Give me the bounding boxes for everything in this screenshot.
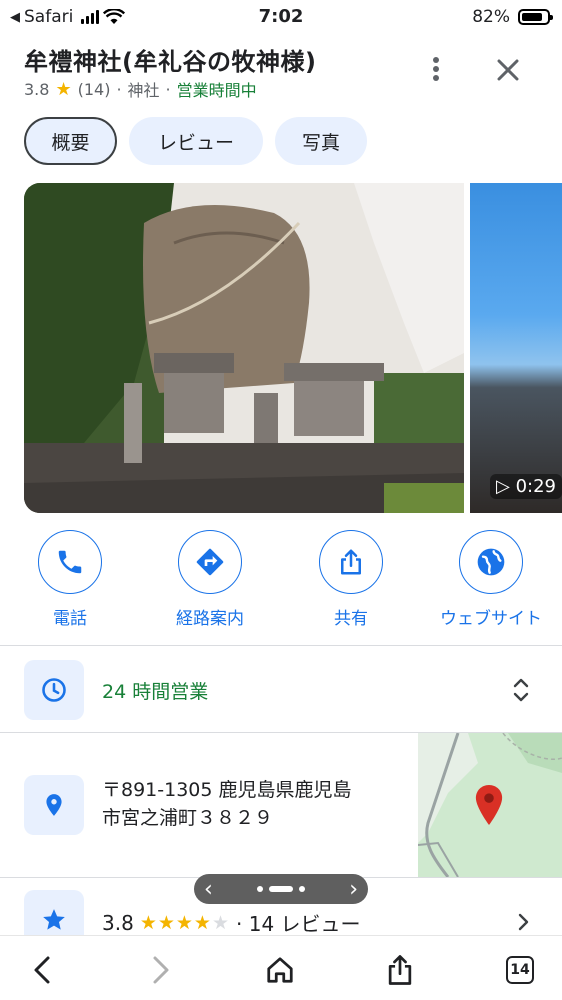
star-icon	[43, 909, 65, 930]
share-button[interactable]: 共有	[281, 530, 421, 629]
action-buttons: 電話 経路案内 共有 ウェブサイト	[0, 530, 562, 630]
rating-stars: ★★★★★	[140, 912, 230, 934]
website-button-circle[interactable]	[459, 530, 523, 594]
chevron-right-icon	[153, 956, 169, 984]
battery-percent: 82%	[472, 7, 510, 27]
address-line-2: 市宮之浦町３８２９	[102, 807, 274, 829]
location-pin-icon	[46, 794, 62, 816]
pager-dots	[257, 886, 305, 892]
battery-status: 82%	[472, 7, 553, 27]
call-button[interactable]: 電話	[0, 530, 140, 629]
share-page-button[interactable]	[378, 948, 422, 992]
forward-button[interactable]	[139, 948, 183, 992]
more-vert-dot	[433, 66, 439, 72]
tabs-count: 14	[506, 956, 534, 984]
open-reviews-button[interactable]	[514, 910, 532, 934]
map-pin-icon	[475, 785, 503, 825]
pager-next-button[interactable]: ›	[349, 877, 358, 902]
pager-dot	[257, 886, 263, 892]
close-button[interactable]	[490, 52, 526, 88]
share-label: 共有	[334, 609, 368, 629]
status-bar: ◀ Safari 7:02 82%	[0, 0, 562, 34]
divider	[0, 645, 562, 646]
tab-reviews[interactable]: レビュー	[129, 117, 263, 165]
rating-summary[interactable]: 3.8 ★★★★★ · 14 レビュー	[102, 908, 361, 937]
globe-icon	[477, 548, 505, 576]
call-label: 電話	[53, 609, 87, 629]
share-button-circle[interactable]	[319, 530, 383, 594]
video-thumbnail[interactable]: ▷ 0:29	[470, 183, 562, 513]
rating-value: 3.8	[102, 910, 134, 935]
place-category: 神社	[127, 81, 160, 100]
hours-text[interactable]: 24 時間営業	[102, 677, 208, 704]
more-vert-dot	[433, 75, 439, 81]
photo-carousel[interactable]: ▷ 0:29	[0, 183, 562, 513]
chevron-right-icon	[518, 913, 529, 931]
back-button[interactable]	[20, 948, 64, 992]
review-count-label: · 14 レビュー	[236, 912, 361, 936]
address-text[interactable]: 〒891-1305 鹿児島県鹿児島 市宮之浦町３８２９	[102, 776, 402, 832]
place-tabs: 概要 レビュー 写真	[24, 117, 367, 165]
more-options-button[interactable]	[424, 54, 448, 84]
open-status: 営業時間中	[176, 81, 257, 100]
call-button-circle[interactable]	[38, 530, 102, 594]
pager-dot-active	[269, 886, 293, 892]
chevron-left-icon	[34, 956, 50, 984]
map-thumbnail[interactable]	[418, 733, 562, 877]
star-icon: ★	[55, 78, 72, 100]
share-icon	[388, 955, 412, 985]
directions-label: 経路案内	[176, 609, 244, 629]
separator-dot: ·	[165, 79, 171, 99]
directions-button[interactable]: 経路案内	[140, 530, 280, 629]
shrine-photo[interactable]	[24, 183, 464, 513]
page-switcher[interactable]: ‹ ›	[194, 874, 368, 904]
expand-icon	[513, 678, 529, 702]
expand-hours-button[interactable]	[510, 676, 532, 704]
place-title: 牟禮神社(牟礼谷の牧神様)	[24, 48, 317, 76]
review-count[interactable]: (14)	[78, 80, 111, 99]
more-vert-icon	[433, 57, 439, 63]
share-icon	[341, 549, 361, 575]
browser-toolbar: 14	[0, 935, 562, 1000]
separator-dot: ·	[116, 79, 122, 99]
shrine-rock-image	[24, 183, 464, 513]
directions-button-circle[interactable]	[178, 530, 242, 594]
place-summary: 3.8 ★ (14) · 神社 · 営業時間中	[24, 77, 257, 101]
battery-icon	[518, 9, 553, 25]
phone-icon	[58, 550, 82, 574]
clock-icon	[42, 678, 66, 702]
website-button[interactable]: ウェブサイト	[421, 530, 561, 629]
address-icon-box	[24, 775, 84, 835]
pager-prev-button[interactable]: ‹	[204, 877, 213, 902]
directions-icon	[196, 548, 224, 576]
hours-icon-box	[24, 660, 84, 720]
website-label: ウェブサイト	[440, 609, 542, 629]
home-button[interactable]	[258, 948, 302, 992]
pager-dot	[299, 886, 305, 892]
stars-empty: ★	[211, 911, 230, 934]
video-duration: ▷ 0:29	[490, 474, 562, 499]
tabs-button[interactable]: 14	[498, 948, 542, 992]
tab-overview[interactable]: 概要	[24, 117, 117, 165]
tab-photos[interactable]: 写真	[275, 117, 367, 165]
home-icon	[267, 957, 293, 983]
rating-value: 3.8	[24, 79, 50, 99]
stars-filled: ★★★★	[139, 911, 212, 934]
address-line-1: 〒891-1305 鹿児島県鹿児島	[102, 779, 352, 801]
close-icon	[497, 59, 519, 81]
